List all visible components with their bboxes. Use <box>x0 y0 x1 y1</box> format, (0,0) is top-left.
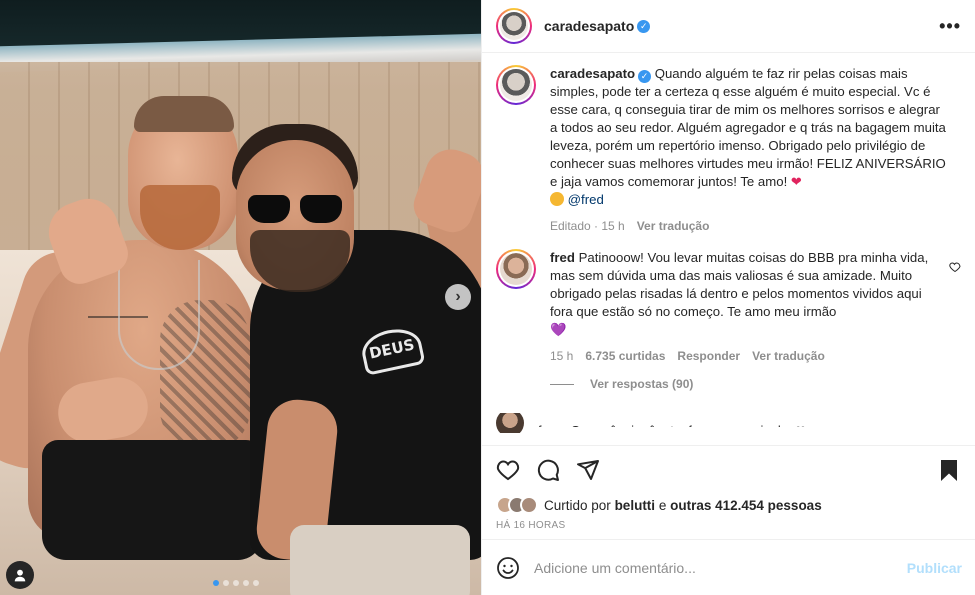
more-icon[interactable]: ••• <box>939 16 961 37</box>
header-username[interactable]: caradesapato <box>544 18 634 34</box>
comment-icon[interactable] <box>536 458 560 482</box>
avatar[interactable] <box>496 65 536 105</box>
reply-button[interactable]: Responder <box>677 347 740 365</box>
share-icon[interactable] <box>576 458 600 482</box>
comment: fred Patinooow! Vou levar muitas coisas … <box>496 249 961 365</box>
carousel-dot[interactable] <box>213 580 219 586</box>
carousel-dot[interactable] <box>243 580 249 586</box>
person-1-necklace <box>118 260 200 370</box>
avatar[interactable] <box>496 413 524 433</box>
liked-by-user[interactable]: belutti <box>615 498 656 513</box>
heart-icon[interactable] <box>949 261 961 273</box>
person-1-shorts <box>42 440 262 560</box>
likes-and: e <box>658 497 667 513</box>
chevron-right-icon[interactable]: › <box>445 284 471 310</box>
publish-button[interactable]: Publicar <box>907 560 962 576</box>
translate-link[interactable]: Ver tradução <box>752 347 825 365</box>
translate-link[interactable]: Ver tradução <box>637 217 710 235</box>
liked-by-label: Curtido por <box>544 497 611 513</box>
post-side-panel: caradesapato ✓ ••• caradesapato ✓ Quando … <box>481 0 975 595</box>
post-header: caradesapato ✓ ••• <box>482 0 975 53</box>
purple-heart-emoji: 💜 <box>550 322 567 337</box>
post-timestamp[interactable]: HÁ 16 HORAS <box>496 520 961 531</box>
heart-icon[interactable] <box>496 458 520 482</box>
likes-others[interactable]: outras 412.454 pessoas <box>670 498 822 513</box>
comment-text: fr...... O m... ê... i... ê... t... f...… <box>538 419 806 427</box>
bookmark-icon[interactable] <box>937 458 961 482</box>
verified-icon: ✓ <box>638 69 652 83</box>
liker-avatars <box>496 496 538 514</box>
heart-emoji: ❤ <box>790 174 802 189</box>
person-2-sunglasses <box>248 195 342 225</box>
carousel-dot[interactable] <box>223 580 229 586</box>
caption-username[interactable]: caradesapato <box>550 66 635 81</box>
comment-likes[interactable]: 6.735 curtidas <box>585 347 665 365</box>
comment-text: Patinooow! Vou levar muitas coisas do BB… <box>550 250 929 319</box>
comment: fr...... O m... ê... i... ê... t... f...… <box>496 413 961 433</box>
person-1-hair <box>134 96 234 132</box>
carousel-dot[interactable] <box>253 580 259 586</box>
mention-link[interactable]: @fred <box>568 192 604 207</box>
user-icon <box>14 569 26 582</box>
avatar[interactable] <box>496 8 532 44</box>
blush-emoji-icon <box>550 192 564 206</box>
likes-summary[interactable]: Curtido por belutti e outras 412.454 pes… <box>496 496 961 514</box>
comments-list[interactable]: caradesapato ✓ Quando alguém te faz rir p… <box>482 53 975 445</box>
view-replies-label: Ver respostas (90) <box>590 377 694 391</box>
add-comment-bar: Publicar <box>482 539 975 595</box>
carousel-dot[interactable] <box>233 580 239 586</box>
comment-username[interactable]: fred <box>550 250 575 265</box>
verified-icon: ✓ <box>637 19 651 33</box>
view-replies-button[interactable]: Ver respostas (90) <box>550 377 961 391</box>
avatar[interactable] <box>496 249 536 289</box>
user-tag-icon[interactable] <box>6 561 34 589</box>
emoji-icon[interactable] <box>496 556 520 580</box>
caption-text: Quando alguém te faz rir pelas coisas ma… <box>550 66 946 189</box>
post-photo[interactable]: DEUS › <box>0 0 481 595</box>
instagram-post-modal: DEUS › caradesapato ✓ ••• caradesapato ✓… <box>0 0 975 595</box>
comment-time: 15 h <box>550 349 574 363</box>
caption: caradesapato ✓ Quando alguém te faz rir p… <box>496 65 961 235</box>
comment-input[interactable] <box>534 559 907 576</box>
carousel-indicator <box>213 580 259 586</box>
person-2-pants <box>290 525 470 595</box>
edited-time: Editado · 15 h <box>550 219 625 233</box>
